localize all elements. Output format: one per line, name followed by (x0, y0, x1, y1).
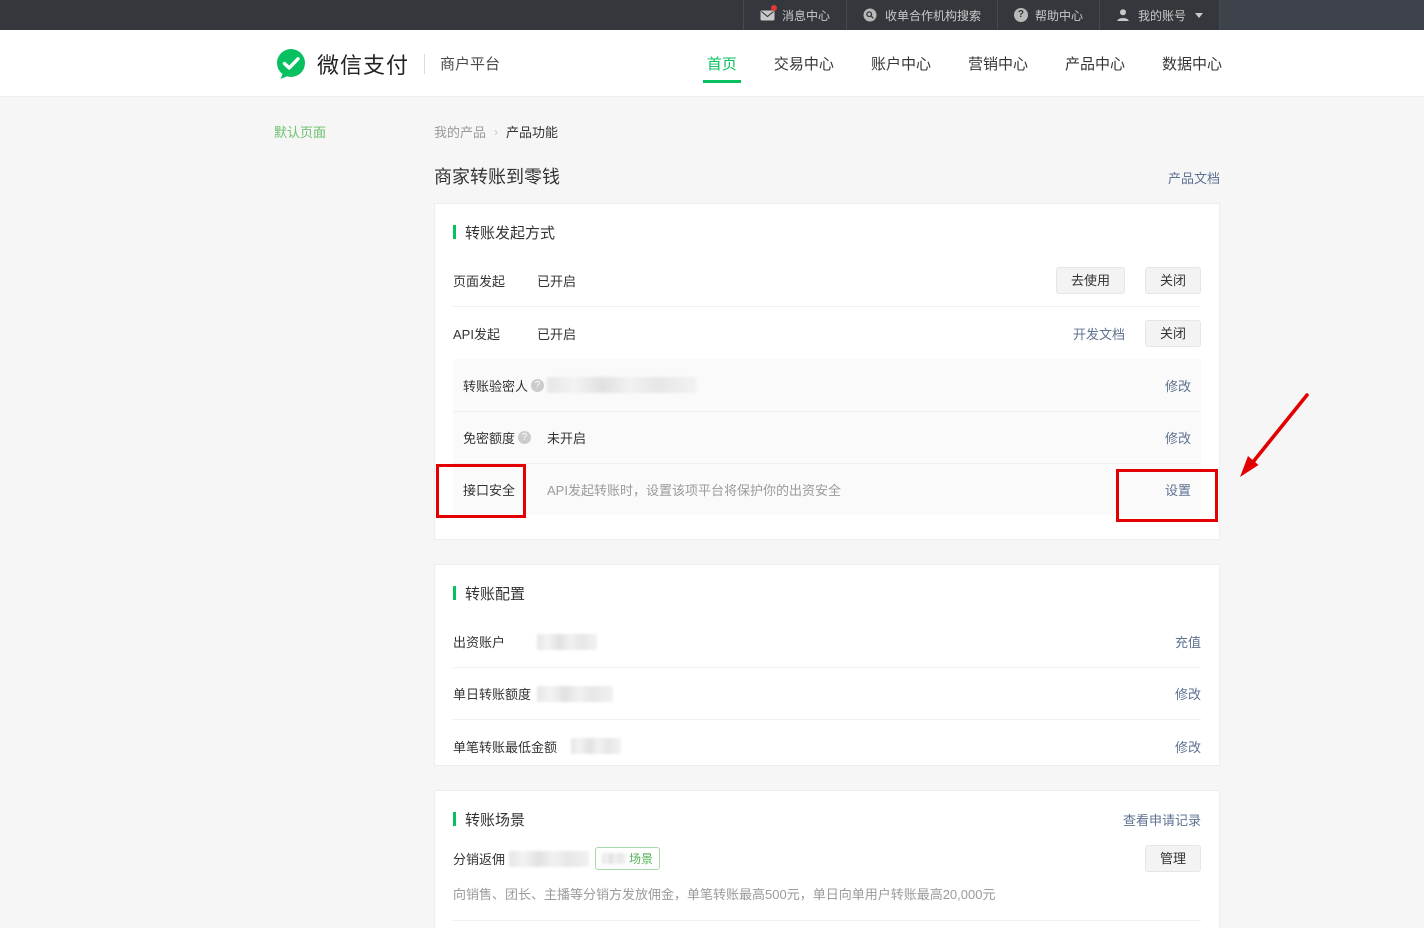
search-icon (863, 8, 878, 22)
row-transfer-verifier: 转账验密人 ? 修改 (453, 359, 1201, 411)
nav-item-data-center[interactable]: 数据中心 (1162, 31, 1222, 96)
row-api-initiate: API发起 已开启 开发文档 关闭 (453, 307, 1201, 359)
sidebar-item-default-page[interactable]: 默认页面 (274, 122, 326, 141)
envelope-icon (760, 8, 775, 22)
topbar-item-help-center[interactable]: ? 帮助中心 (997, 0, 1099, 30)
redacted-value (537, 634, 597, 650)
section-title: 转账配置 (465, 583, 525, 604)
page-title: 商家转账到零钱 (434, 163, 560, 189)
scene-description: 向销售、团长、主播等分销方发放佣金，单笔转账最高500元，单日向单用户转账最高2… (453, 884, 1201, 903)
row-label: 转账验密人 ? (463, 376, 547, 395)
brand-divider (424, 54, 425, 74)
row-status: 已开启 (537, 324, 576, 343)
product-doc-link[interactable]: 产品文档 (1168, 168, 1220, 187)
row-status: 已开启 (537, 271, 576, 290)
annotation-arrow (1230, 390, 1314, 490)
topbar-item-label: 消息中心 (782, 7, 830, 24)
row-daily-quota: 单日转账额度 修改 (453, 668, 1201, 720)
modify-quota-link[interactable]: 修改 (1165, 428, 1191, 447)
row-page-initiate: 页面发起 已开启 去使用 关闭 (453, 255, 1201, 307)
topbar-item-label: 我的账号 (1138, 7, 1186, 24)
view-application-records-link[interactable]: 查看申请记录 (1123, 810, 1201, 829)
nav-item-marketing-center[interactable]: 营销中心 (968, 31, 1028, 96)
modify-min-amount-link[interactable]: 修改 (1175, 737, 1201, 756)
topbar-item-label: 帮助中心 (1035, 7, 1083, 24)
topbar-trailing-area (1220, 0, 1424, 30)
topbar: 消息中心 收单合作机构搜索 ? 帮助中心 我的账号 (0, 0, 1424, 30)
help-icon[interactable]: ? (531, 379, 544, 392)
row-min-amount: 单笔转账最低金额 修改 (453, 720, 1201, 766)
row-description: API发起转账时，设置该项平台将保护你的出资安全 (547, 480, 841, 499)
modify-verifier-link[interactable]: 修改 (1165, 376, 1191, 395)
row-api-security: 接口安全 API发起转账时，设置该项平台将保护你的出资安全 设置 (453, 463, 1201, 515)
dev-doc-link[interactable]: 开发文档 (1073, 324, 1125, 343)
row-label: 单笔转账最低金额 (453, 737, 557, 756)
merchant-platform-page: 消息中心 收单合作机构搜索 ? 帮助中心 我的账号 (0, 0, 1424, 928)
nav-item-transactions[interactable]: 交易中心 (774, 31, 834, 96)
breadcrumb: 我的产品 › 产品功能 (434, 122, 558, 141)
row-status: 未开启 (547, 428, 586, 447)
brand-subtitle: 商户平台 (440, 53, 500, 74)
breadcrumb-parent[interactable]: 我的产品 (434, 122, 486, 141)
wechat-pay-logo-icon (274, 48, 308, 80)
row-label: 免密额度 ? (463, 428, 547, 447)
breadcrumb-current: 产品功能 (506, 122, 558, 141)
scene-tag-label: 场景 (629, 850, 653, 867)
set-api-security-link[interactable]: 设置 (1165, 480, 1191, 499)
row-label: 单日转账额度 (453, 684, 537, 703)
header: 微信支付 商户平台 首页 交易中心 账户中心 营销中心 产品中心 数据中心 (0, 30, 1424, 97)
topbar-item-label: 收单合作机构搜索 (885, 7, 981, 24)
recharge-link[interactable]: 充值 (1175, 632, 1201, 651)
row-no-password-quota: 免密额度 ? 未开启 修改 (453, 411, 1201, 463)
row-label: API发起 (453, 324, 537, 343)
nav-item-account-center[interactable]: 账户中心 (871, 31, 931, 96)
help-icon[interactable]: ? (518, 431, 531, 444)
question-icon: ? (1014, 8, 1028, 22)
row-distribution-commission: 分销返佣 场景 管理 (453, 845, 1201, 872)
modify-daily-quota-link[interactable]: 修改 (1175, 684, 1201, 703)
section-accent-bar (453, 586, 456, 600)
scene-tag: 场景 (595, 847, 660, 870)
close-page-initiate-button[interactable]: 关闭 (1145, 267, 1201, 294)
row-label: 接口安全 (463, 480, 547, 499)
chevron-down-icon (1195, 13, 1203, 18)
row-label: 出资账户 (453, 632, 537, 651)
brand[interactable]: 微信支付 商户平台 (274, 30, 500, 97)
section-title: 转账场景 (465, 809, 525, 830)
breadcrumb-separator: › (494, 125, 498, 139)
api-settings-panel: 转账验密人 ? 修改 免密额度 ? 未开启 修改 (453, 359, 1201, 515)
redacted-value (571, 738, 621, 754)
nav-item-home[interactable]: 首页 (707, 31, 737, 96)
card-transfer-scenes: 转账场景 查看申请记录 分销返佣 场景 管理 向销售、团长、主播等分销方发放佣金… (434, 790, 1220, 928)
card-transfer-config: 转账配置 出资账户 充值 单日转账额度 修改 单笔转账最低金额 (434, 564, 1220, 766)
row-funding-account: 出资账户 充值 (453, 616, 1201, 668)
redacted-value (602, 853, 626, 864)
redacted-value (509, 851, 589, 867)
redacted-value (547, 377, 697, 393)
topbar-item-messages[interactable]: 消息中心 (743, 0, 846, 30)
topbar-item-my-account[interactable]: 我的账号 (1099, 0, 1220, 30)
manage-button[interactable]: 管理 (1145, 845, 1201, 872)
card-transfer-methods: 转账发起方式 页面发起 已开启 去使用 关闭 API发起 已开启 开发文档 关闭 (434, 203, 1220, 540)
scene-label: 分销返佣 (453, 849, 505, 868)
topbar-item-acquirer-search[interactable]: 收单合作机构搜索 (846, 0, 997, 30)
go-use-button[interactable]: 去使用 (1056, 267, 1125, 294)
redacted-value (537, 686, 613, 702)
section-title: 转账发起方式 (465, 222, 555, 243)
notification-badge-dot (771, 5, 777, 11)
nav-item-product-center[interactable]: 产品中心 (1065, 31, 1125, 96)
brand-name: 微信支付 (317, 48, 409, 80)
divider (453, 920, 1201, 921)
topbar-menu: 消息中心 收单合作机构搜索 ? 帮助中心 我的账号 (743, 0, 1220, 30)
main-nav: 首页 交易中心 账户中心 营销中心 产品中心 数据中心 (707, 30, 1222, 97)
row-label: 页面发起 (453, 271, 537, 290)
section-accent-bar (453, 225, 456, 239)
close-api-initiate-button[interactable]: 关闭 (1145, 320, 1201, 347)
section-accent-bar (453, 812, 456, 826)
person-icon (1116, 8, 1131, 22)
